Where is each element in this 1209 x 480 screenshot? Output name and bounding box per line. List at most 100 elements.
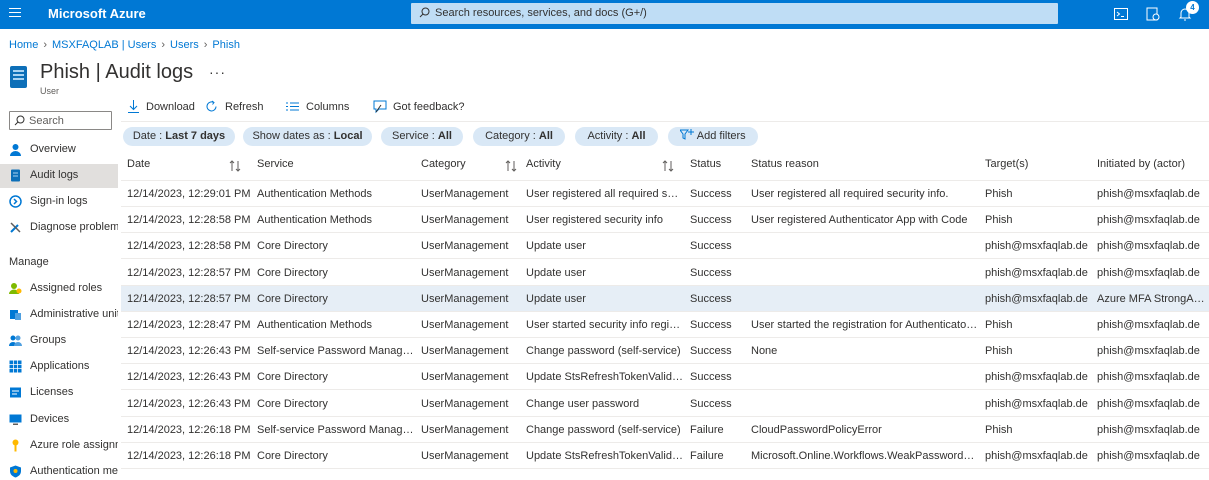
table-row[interactable]: 12/14/2023, 12:28:57 PM Core Directory Use… <box>121 260 1209 286</box>
filter-activity[interactable]: Activity : All <box>575 127 658 146</box>
columns-icon <box>286 102 299 111</box>
refresh-label: Refresh <box>225 101 264 113</box>
cell-service: Core Directory <box>257 397 328 410</box>
feedback-button[interactable]: Got feedback? <box>373 99 465 117</box>
sidebar-item-azure-role-assignments[interactable]: Azure role assignments <box>0 434 118 458</box>
breadcrumb-tenant-users[interactable]: MSXFAQLAB | Users <box>52 39 156 51</box>
more-options-button[interactable]: ··· <box>209 64 226 80</box>
cell-status: Success <box>690 292 732 305</box>
notifications-button[interactable]: 4 <box>1177 1 1199 22</box>
directory-filter-icon[interactable] <box>1145 6 1161 22</box>
table-row[interactable]: 12/14/2023, 12:28:47 PM Authentication Me… <box>121 312 1209 338</box>
table-row[interactable]: 12/14/2023, 12:26:43 PM Core Directory Use… <box>121 391 1209 417</box>
cell-category: UserManagement <box>421 240 509 253</box>
cell-status: Success <box>690 319 732 331</box>
table-row[interactable]: 12/14/2023, 12:26:18 PM Self-service Pass… <box>121 417 1209 443</box>
sidebar-item-label: Devices <box>30 413 70 425</box>
breadcrumb: Home › MSXFAQLAB | Users › Users › Phish <box>9 39 240 51</box>
column-header-category[interactable]: Category <box>421 158 466 170</box>
cell-date: 12/14/2023, 12:28:47 PM <box>127 319 251 331</box>
breadcrumb-home[interactable]: Home <box>9 39 38 51</box>
cell-targets: Phish <box>985 188 1013 200</box>
filter-service[interactable]: Service : All <box>381 127 463 146</box>
sidebar-item-audit-logs[interactable]: Audit logs <box>0 164 118 188</box>
sidebar-search-input[interactable]: Search <box>9 111 112 130</box>
sidebar-item-administrative-units[interactable]: Administrative units <box>0 303 118 327</box>
table-row[interactable]: 12/14/2023, 12:28:58 PM Authentication Me… <box>121 207 1209 234</box>
sidebar-item-groups[interactable]: Groups <box>0 329 118 353</box>
cell-service: Core Directory <box>257 371 328 384</box>
cell-service: Core Directory <box>257 292 328 305</box>
download-button[interactable]: Download <box>128 99 198 117</box>
filter-label: Activity : <box>587 130 632 142</box>
sidebar-item-diagnose-problems[interactable]: Diagnose problems <box>0 216 118 240</box>
cell-category: UserManagement <box>421 345 509 358</box>
filter-date[interactable]: Date : Last 7 days <box>123 127 235 146</box>
audit-log-icon <box>10 66 27 88</box>
cell-status: Success <box>690 214 732 227</box>
filter-show-dates-as[interactable]: Show dates as : Local <box>243 127 372 146</box>
global-search-input[interactable]: Search resources, services, and docs (G+… <box>411 3 1058 24</box>
cell-date: 12/14/2023, 12:26:43 PM <box>127 397 251 410</box>
cell-service: Core Directory <box>257 266 328 279</box>
breadcrumb-phish[interactable]: Phish <box>212 39 240 51</box>
column-header-status-reason[interactable]: Status reason <box>751 158 819 170</box>
table-row[interactable]: 12/14/2023, 12:26:43 PM Core Directory Use… <box>121 364 1209 391</box>
cell-category: UserManagement <box>421 397 509 410</box>
breadcrumb-users[interactable]: Users <box>170 39 199 51</box>
columns-button[interactable]: Columns <box>286 99 352 117</box>
cell-date: 12/14/2023, 12:28:58 PM <box>127 240 251 253</box>
cloud-shell-icon[interactable] <box>1113 6 1129 22</box>
cell-status-reason: CloudPasswordPolicyError <box>751 423 882 436</box>
cell-targets: Phish <box>985 214 1013 227</box>
sidebar-item-devices[interactable]: Devices <box>0 408 118 432</box>
sidebar-item-label: Sign-in logs <box>30 195 88 207</box>
sidebar-item-licenses[interactable]: Licenses <box>0 381 118 405</box>
menu-icon[interactable] <box>9 8 21 20</box>
columns-label: Columns <box>306 101 350 113</box>
sidebar-item-assigned-roles[interactable]: Assigned roles <box>0 277 118 301</box>
filter-category[interactable]: Category : All <box>473 127 565 146</box>
filter-value: All <box>437 130 452 142</box>
sort-icon[interactable] <box>505 160 517 172</box>
cell-activity: Update user <box>526 292 586 305</box>
column-header-service[interactable]: Service <box>257 158 294 170</box>
sidebar-item-label: Authentication methods <box>30 465 118 477</box>
table-row[interactable]: 12/14/2023, 12:26:18 PM Core Directory Use… <box>121 443 1209 469</box>
sidebar-item-applications[interactable]: Applications <box>0 355 118 379</box>
search-icon <box>14 115 25 126</box>
cell-status-reason: User registered Authenticator App with C… <box>751 214 968 227</box>
sort-icon[interactable] <box>662 160 674 172</box>
cell-status: Success <box>690 345 732 358</box>
table-row[interactable]: 12/14/2023, 12:28:57 PM Core Directory Use… <box>121 285 1209 312</box>
column-header-initiated-by[interactable]: Initiated by (actor) <box>1097 158 1185 170</box>
column-header-targets[interactable]: Target(s) <box>985 158 1028 170</box>
cell-date: 12/14/2023, 12:28:57 PM <box>127 292 251 305</box>
cell-status-reason: User registered all required security in… <box>751 188 949 200</box>
person-icon <box>10 144 21 156</box>
sidebar-item-label: Diagnose problems <box>30 221 118 233</box>
table-row[interactable]: 12/14/2023, 12:26:43 PM Self-service Pass… <box>121 338 1209 365</box>
add-filters-button[interactable]: Add filters <box>668 127 758 146</box>
refresh-button[interactable]: Refresh <box>205 99 265 117</box>
sort-icon[interactable] <box>229 160 241 172</box>
sidebar-item-authentication-methods[interactable]: Authentication methods <box>0 460 118 480</box>
table-row[interactable]: 12/14/2023, 12:29:01 PM Authentication Me… <box>121 181 1209 207</box>
table-row[interactable]: 12/14/2023, 12:28:58 PM Core Directory Use… <box>121 233 1209 260</box>
cell-initiated-by: phish@msxfaqlab.de <box>1097 450 1200 462</box>
sidebar-item-overview[interactable]: Overview <box>0 138 118 162</box>
cell-activity: Update StsRefreshTokenValidFr... <box>526 371 684 384</box>
cell-date: 12/14/2023, 12:26:43 PM <box>127 371 251 384</box>
cell-activity: Change password (self-service) <box>526 345 681 358</box>
filter-label: Date : <box>132 130 166 142</box>
sidebar-search-placeholder: Search <box>29 115 64 127</box>
column-header-activity[interactable]: Activity <box>526 158 561 170</box>
column-header-date[interactable]: Date <box>127 158 150 170</box>
sidebar-item-label: Applications <box>30 360 90 372</box>
sign-in-icon <box>9 195 22 208</box>
column-header-status[interactable]: Status <box>690 158 721 170</box>
cell-activity: Change user password <box>526 397 640 410</box>
sidebar-item-sign-in-logs[interactable]: Sign-in logs <box>0 190 118 214</box>
brand-title[interactable]: Microsoft Azure <box>48 6 146 21</box>
cell-targets: phish@msxfaqlab.de <box>985 292 1088 305</box>
